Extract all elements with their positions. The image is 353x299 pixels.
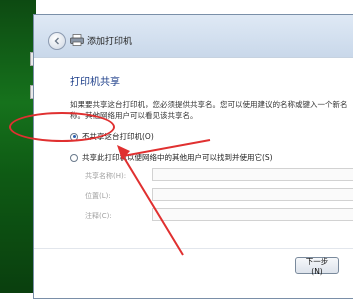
- share-name-label: 共享名称(H):: [85, 172, 127, 180]
- back-arrow-icon: [54, 37, 59, 45]
- share-name-input[interactable]: [152, 168, 353, 181]
- share-radio[interactable]: [70, 153, 78, 162]
- window-titlebar: 添加打印机: [34, 15, 353, 58]
- back-button[interactable]: [48, 32, 66, 50]
- printer-icon: [70, 34, 84, 46]
- annotation-highlight-oval: [9, 112, 115, 142]
- desktop-background: [0, 0, 40, 293]
- window-title: 添加打印机: [87, 37, 133, 47]
- comment-label: 注释(C):: [85, 212, 112, 220]
- page-heading: 打印机共享: [70, 77, 120, 88]
- comment-input[interactable]: [152, 208, 353, 221]
- footer-separator: [34, 248, 353, 249]
- page-description: 如果要共享这台打印机，您必须提供共享名。您可以使用建议的名称或键入一个新名称。其…: [70, 100, 348, 120]
- location-input[interactable]: [152, 188, 353, 201]
- share-label: 共享此打印机以便网络中的其他用户可以找到并使用它(S): [82, 153, 273, 162]
- location-label: 位置(L):: [85, 192, 111, 200]
- next-button[interactable]: 下一步(N): [295, 257, 339, 276]
- share-option[interactable]: 共享此打印机以便网络中的其他用户可以找到并使用它(S): [70, 152, 273, 163]
